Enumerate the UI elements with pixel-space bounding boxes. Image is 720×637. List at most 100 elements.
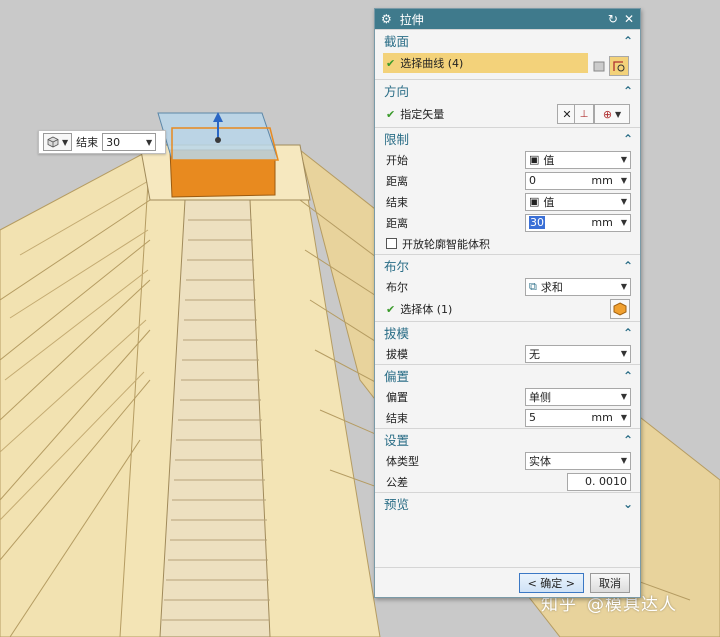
cube-icon [47, 136, 59, 148]
offset-end-value: 5 [529, 411, 536, 424]
body-type-select[interactable]: 实体 ▼ [525, 451, 631, 470]
select-body-label: 选择体 (1) [400, 303, 453, 316]
chevron-down-icon: ▼ [620, 155, 627, 164]
close-icon[interactable]: ✕ [624, 12, 634, 26]
section-header-section[interactable]: 截面 ⌃ [375, 29, 640, 51]
dialog-titlebar[interactable]: ⚙ 拉伸 ↻ ✕ [375, 9, 640, 29]
end-value-field[interactable]: 30 ▼ [102, 133, 157, 151]
chevron-down-icon: ▼ [146, 137, 153, 147]
chevron-down-icon: ▼ [62, 137, 69, 147]
chevron-up-icon[interactable]: ⌃ [623, 369, 633, 383]
draft-row: 拔模 无 ▼ [375, 343, 640, 364]
dialog-title: 拉伸 [399, 12, 424, 27]
open-profile-checkbox[interactable] [386, 238, 397, 249]
offset-end-input[interactable]: 5 mm ▼ [525, 408, 631, 427]
start-distance-value: 0 [529, 174, 536, 187]
chevron-up-icon[interactable]: ⌃ [623, 326, 633, 340]
section-header-offset[interactable]: 偏置 ⌃ [375, 364, 640, 386]
chevron-down-icon: ▼ [620, 456, 627, 465]
chevron-down-icon: ▼ [620, 349, 627, 358]
unite-icon: ⧉ [529, 279, 537, 293]
chevron-down-icon: ▼ [620, 218, 627, 227]
body-icon[interactable] [610, 299, 630, 319]
section-header-direction[interactable]: 方向 ⌃ [375, 79, 640, 101]
section-title: 方向 [384, 84, 410, 99]
offset-row: 偏置 单侧 ▼ [375, 386, 640, 407]
chevron-down-icon[interactable]: ⌄ [623, 497, 633, 511]
start-row: 开始 ▣ 值 ▼ [375, 149, 640, 170]
ok-button[interactable]: < 确定 > [518, 572, 584, 593]
extrude-dialog: ⚙ 拉伸 ↻ ✕ 截面 ⌃ ✔ 选择曲线 (4) 方向 ⌃ ✔ 指定矢量 ✕ ⊥… [374, 8, 641, 598]
section-title: 拔模 [384, 326, 410, 341]
select-curve-field[interactable]: ✔ 选择曲线 (4) [383, 53, 588, 73]
section-header-draft[interactable]: 拔模 ⌃ [375, 321, 640, 343]
chevron-down-icon: ▼ [620, 392, 627, 401]
unit-label: mm [591, 411, 613, 424]
start-distance-input[interactable]: 0 mm ▼ [525, 171, 631, 190]
specify-vector-row[interactable]: ✔ 指定矢量 ✕ ⊥ ⊕ ▼ [375, 101, 640, 127]
offset-select[interactable]: 单侧 ▼ [525, 387, 631, 406]
section-title: 偏置 [384, 369, 410, 384]
select-body-row[interactable]: ✔ 选择体 (1) [375, 297, 640, 321]
draft-select[interactable]: 无 ▼ [525, 344, 631, 363]
offset-end-row: 结束 5 mm ▼ [375, 407, 640, 428]
body-type-value: 实体 [529, 454, 551, 468]
end-distance-value: 30 [529, 216, 545, 229]
dialog-footer: < 确定 > 取消 [375, 567, 640, 597]
start-value: 值 [543, 153, 555, 167]
section-header-preview[interactable]: 预览 ⌄ [375, 492, 640, 514]
section-title: 截面 [384, 34, 410, 49]
tolerance-input[interactable]: 0. 0010 [567, 472, 631, 491]
section-title: 布尔 [384, 259, 410, 274]
chevron-up-icon[interactable]: ⌃ [623, 34, 633, 48]
chevron-down-icon: ▼ [620, 282, 627, 291]
curve-icon[interactable] [609, 56, 629, 76]
section-header-boolean[interactable]: 布尔 ⌃ [375, 254, 640, 276]
end-distance-row: 距离 30 mm ▼ [375, 212, 640, 233]
end-type-select[interactable]: ▣ 值 ▼ [525, 192, 631, 211]
end-label: 结束 [76, 136, 99, 149]
section-title: 限制 [384, 132, 410, 147]
select-curve-row: ✔ 选择曲线 (4) [375, 53, 640, 79]
chevron-up-icon[interactable]: ⌃ [623, 84, 633, 98]
chevron-up-icon[interactable]: ⌃ [623, 132, 633, 146]
chevron-down-icon: ▼ [620, 197, 627, 206]
chevron-up-icon[interactable]: ⌃ [623, 433, 633, 447]
end-distance-input[interactable]: 30 mm ▼ [525, 213, 631, 232]
section-title: 设置 [384, 433, 410, 448]
unit-label: mm [591, 174, 613, 187]
boolean-select[interactable]: ⧉ 求和 ▼ [525, 277, 631, 296]
vector-dropdown[interactable]: ⊕ ▼ [594, 104, 630, 124]
check-icon: ✔ [386, 302, 396, 316]
end-type-dropdown[interactable]: ▼ [43, 133, 73, 151]
cancel-button[interactable]: 取消 [590, 572, 630, 593]
cube-icon: ▣ [529, 195, 540, 208]
axis-icon[interactable]: ⊥ [574, 104, 594, 124]
chevron-up-icon[interactable]: ⌃ [623, 259, 633, 273]
chevron-down-icon: ▼ [620, 413, 627, 422]
tolerance-row: 公差 0. 0010 [375, 471, 640, 492]
sketch-icon[interactable] [589, 56, 609, 76]
offset-value: 单侧 [529, 390, 551, 404]
section-header-limits[interactable]: 限制 ⌃ [375, 127, 640, 149]
reset-icon[interactable]: ↻ [608, 12, 618, 26]
boolean-value: 求和 [540, 280, 563, 294]
check-icon: ✔ [386, 107, 396, 121]
end-value: 30 [106, 135, 121, 149]
chevron-down-icon: ▼ [620, 176, 627, 185]
open-profile-label: 开放轮廓智能体积 [402, 237, 490, 251]
gear-icon[interactable]: ⚙ [381, 12, 392, 26]
section-header-settings[interactable]: 设置 ⌃ [375, 428, 640, 450]
boolean-row: 布尔 ⧉ 求和 ▼ [375, 276, 640, 297]
tolerance-value: 0. 0010 [585, 475, 627, 488]
start-type-select[interactable]: ▣ 值 ▼ [525, 150, 631, 169]
start-distance-row: 距离 0 mm ▼ [375, 170, 640, 191]
end-value: 值 [543, 195, 555, 209]
unit-label: mm [591, 216, 613, 229]
check-icon: ✔ [386, 56, 396, 70]
section-title: 预览 [384, 497, 410, 512]
cube-icon: ▣ [529, 153, 540, 166]
open-profile-row[interactable]: 开放轮廓智能体积 [375, 233, 640, 254]
select-curve-label: 选择曲线 (4) [400, 57, 464, 70]
end-row: 结束 ▣ 值 ▼ [375, 191, 640, 212]
